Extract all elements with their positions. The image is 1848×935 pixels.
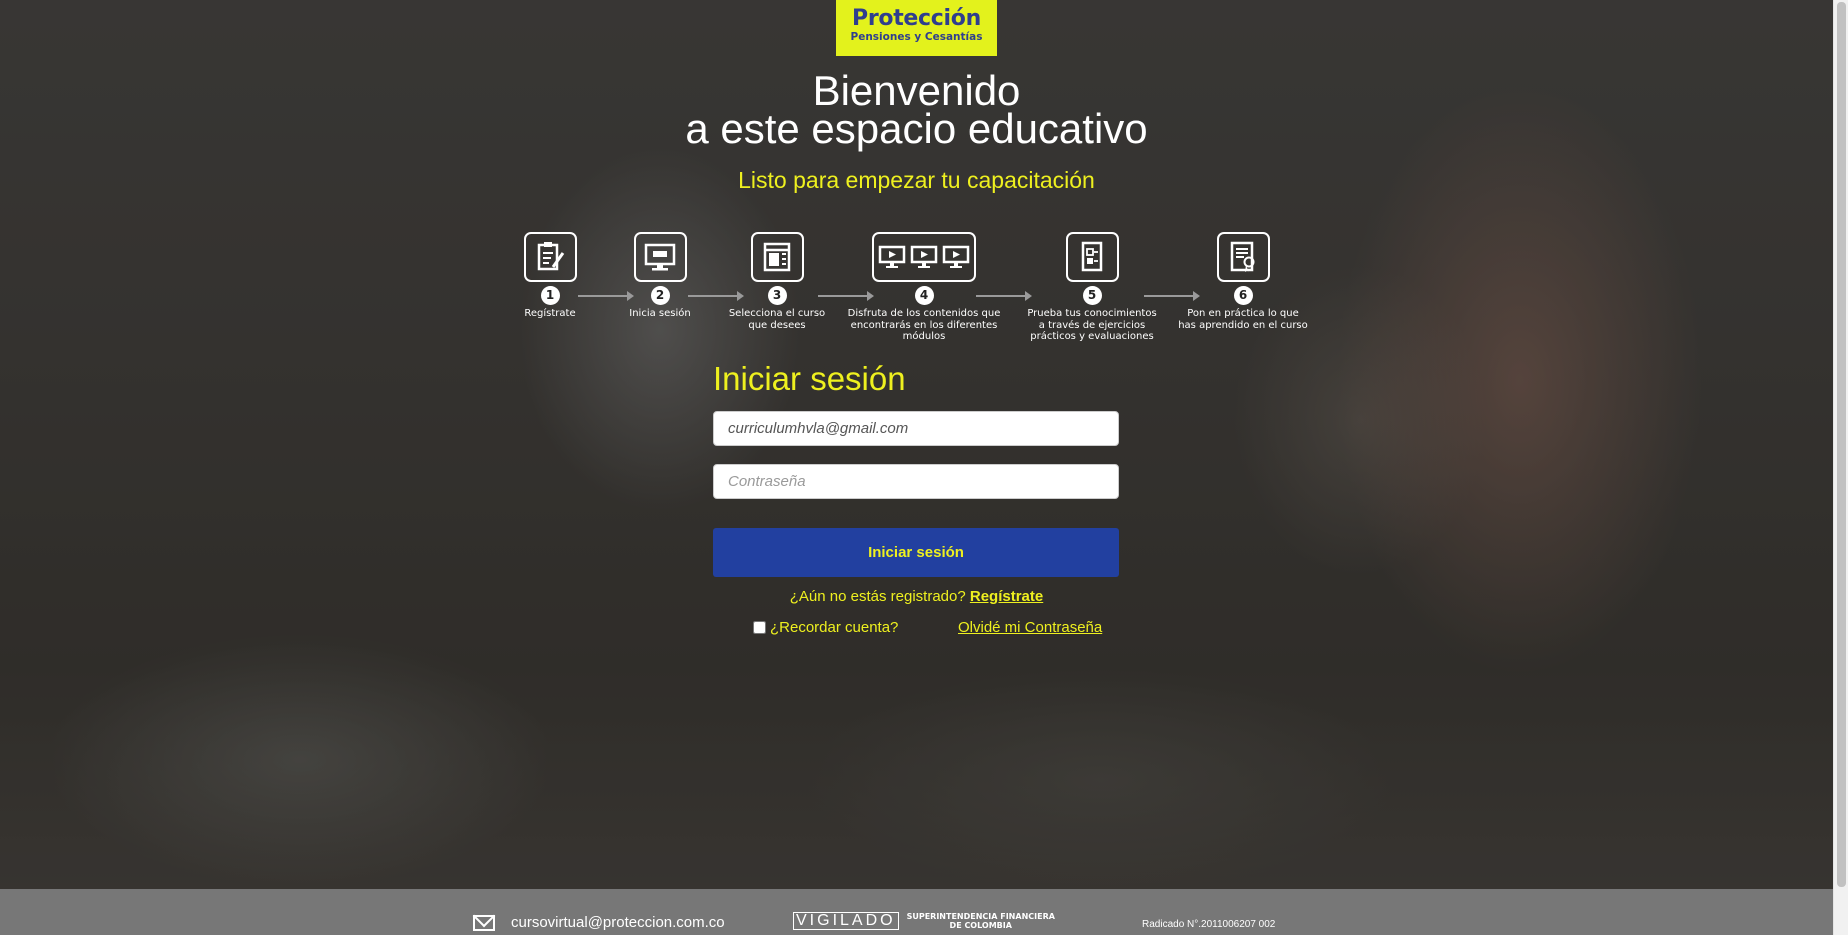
step-label: Regístrate: [524, 308, 576, 319]
remember-label: ¿Recordar cuenta?: [770, 619, 899, 636]
step-label: Pon en práctica lo que has aprendido en …: [1178, 308, 1308, 331]
step-6: 6 Pon en práctica lo que has aprendido e…: [1178, 232, 1308, 331]
hero-subtitle: Listo para empezar tu capacitación: [738, 167, 1095, 193]
step-3: 3 Selecciona el curso que desees: [721, 232, 833, 331]
register-prompt: ¿Aún no estás registrado? Regístrate: [0, 588, 1833, 605]
remember-account[interactable]: ¿Recordar cuenta?: [753, 619, 898, 636]
step-2: 2 Inicia sesión: [620, 232, 700, 320]
monitor-login-icon: [633, 232, 687, 282]
remember-checkbox[interactable]: [753, 621, 766, 634]
register-form-icon: [523, 232, 577, 282]
step-arrow: [976, 291, 1032, 301]
radicado-text: Radicado N°.2011006207 002: [1142, 919, 1276, 930]
modules-monitors-icon: [872, 232, 976, 282]
password-field[interactable]: [713, 464, 1119, 499]
step-number: 6: [1233, 286, 1253, 305]
step-label: Inicia sesión: [629, 308, 691, 319]
step-number: 1: [540, 286, 560, 305]
brand-tagline: Pensiones y Cesantías: [850, 31, 983, 43]
step-label: Prueba tus conocimientos a través de eje…: [1027, 308, 1157, 342]
step-arrow: [818, 291, 874, 301]
forgot-password-link[interactable]: Olvidé mi Contraseña: [958, 619, 1102, 636]
step-5: 5 Prueba tus conocimientos a través de e…: [1022, 232, 1162, 343]
vigilado-text: VIGILADO: [793, 912, 899, 930]
step-1: 1 Regístrate: [514, 232, 586, 320]
login-title: Iniciar sesión: [713, 360, 906, 397]
step-number: 5: [1082, 286, 1102, 305]
brand-name: Protección: [852, 6, 981, 31]
hero-title-line2: a este espacio educativo: [685, 105, 1148, 152]
certificate-icon: [1216, 232, 1270, 282]
footer-email[interactable]: cursovirtual@proteccion.com.co: [511, 914, 725, 931]
step-number: 2: [650, 286, 670, 305]
course-window-icon: [750, 232, 804, 282]
page-scrollbar[interactable]: [1833, 0, 1848, 935]
brand-logo[interactable]: Protección Pensiones y Cesantías: [836, 0, 997, 56]
step-4: 4 Disfruta de los contenidos que encontr…: [829, 232, 1019, 343]
login-button[interactable]: Iniciar sesión: [713, 528, 1119, 577]
register-link[interactable]: Regístrate: [970, 588, 1043, 605]
step-arrow: [688, 291, 744, 301]
superintendencia-text: SUPERINTENDENCIA FINANCIERA DE COLOMBIA: [906, 912, 1055, 930]
email-field[interactable]: [713, 411, 1119, 446]
step-label: Selecciona el curso que desees: [728, 308, 826, 331]
steps-timeline: 1 Regístrate 2 Inicia sesión 3 Seleccion…: [0, 232, 1833, 352]
step-number: 3: [767, 286, 787, 305]
register-prompt-text: ¿Aún no estás registrado?: [789, 588, 966, 605]
scrollbar-thumb[interactable]: [1837, 2, 1846, 887]
quiz-document-icon: [1065, 232, 1119, 282]
step-label: Disfruta de los contenidos que encontrar…: [847, 308, 1001, 342]
mail-icon: [473, 915, 495, 931]
step-number: 4: [914, 286, 934, 305]
step-arrow: [1144, 291, 1200, 301]
step-arrow: [578, 291, 634, 301]
vigilado-badge: VIGILADO SUPERINTENDENCIA FINANCIERA DE …: [793, 912, 1055, 930]
